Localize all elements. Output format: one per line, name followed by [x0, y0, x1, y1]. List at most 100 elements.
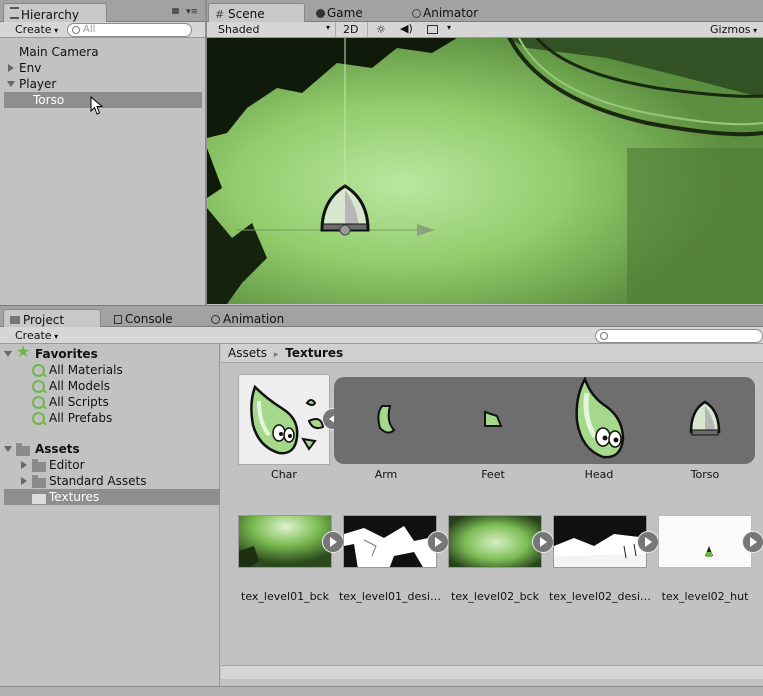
texture-expand-button[interactable]	[742, 531, 763, 553]
gizmos-dropdown[interactable]: Gizmos	[710, 23, 757, 36]
texture-expand-button[interactable]	[637, 531, 659, 553]
expand-arrow-icon[interactable]	[21, 461, 27, 469]
collapse-arrow-icon[interactable]	[7, 81, 15, 87]
favorites-item-models[interactable]: All Models	[32, 378, 110, 394]
mouse-cursor-icon	[90, 96, 104, 115]
hierarchy-tabbar: Hierarchy ▾≡	[0, 0, 205, 22]
assets-item-editor[interactable]: Editor	[20, 457, 85, 473]
sprite-feet-label: Feet	[481, 468, 505, 481]
sprite-char-label: Char	[271, 468, 297, 481]
collapse-arrow-icon[interactable]	[4, 351, 12, 357]
texture-preview-image	[449, 516, 541, 567]
breadcrumb-assets[interactable]: Assets	[228, 346, 267, 360]
folder-icon	[32, 475, 46, 488]
folder-icon	[32, 491, 46, 504]
hierarchy-tab-label: Hierarchy	[21, 8, 80, 22]
horizontal-scrollbar[interactable]	[221, 665, 763, 679]
texture-tex-level02-desi[interactable]	[553, 515, 647, 568]
sprite-char-thumbnail[interactable]	[238, 374, 330, 465]
hierarchy-create-button[interactable]: Create	[15, 23, 58, 36]
console-icon	[114, 315, 122, 324]
assets-item-standard-assets[interactable]: Standard Assets	[20, 473, 146, 489]
texture-label-2: tex_level02_bck	[451, 590, 539, 603]
hierarchy-item-main-camera[interactable]: Main Camera	[4, 44, 202, 60]
status-bar	[0, 686, 763, 696]
expand-arrow-icon[interactable]	[21, 477, 27, 485]
texture-label-3: tex_level02_desi…	[548, 590, 652, 603]
audio-icon[interactable]: ◀)	[400, 22, 413, 35]
texture-label-1: tex_level01_desi…	[338, 590, 442, 603]
tab-animator[interactable]: Animator	[406, 3, 486, 22]
project-search-input[interactable]	[595, 329, 763, 343]
breadcrumb-textures[interactable]: Textures	[285, 346, 343, 360]
texture-expand-button[interactable]	[427, 531, 449, 553]
effects-dropdown-icon[interactable]: ▾	[447, 23, 451, 32]
shading-mode-dropdown[interactable]: Shaded ▾	[218, 23, 330, 36]
project-create-button[interactable]: Create	[15, 329, 58, 342]
star-icon: ★	[16, 342, 31, 361]
project-toolbar: Create	[0, 327, 763, 344]
tab-scene[interactable]: # Scene	[208, 3, 305, 22]
tab-animation[interactable]: Animation	[205, 309, 292, 328]
panel-menu-icon[interactable]: ▾≡	[186, 8, 198, 17]
sprite-head-thumbnail[interactable]	[559, 375, 639, 464]
favorites-item-prefabs[interactable]: All Prefabs	[32, 410, 112, 426]
project-tabbar: Project Console Animation	[0, 305, 763, 328]
image-effects-icon[interactable]	[427, 25, 438, 34]
tab-game[interactable]: Game	[310, 3, 371, 22]
folder-icon	[16, 443, 30, 456]
expand-arrow-icon[interactable]	[8, 64, 14, 72]
lighting-icon[interactable]: ☼	[376, 23, 386, 36]
scene-background	[207, 38, 763, 304]
grid-icon: #	[215, 8, 225, 21]
texture-label-4: tex_level02_hut	[661, 590, 749, 603]
favorites-header[interactable]: ★ Favorites	[4, 342, 98, 362]
hierarchy-toolbar: Create All	[0, 22, 205, 38]
texture-tex-level02-bck[interactable]	[448, 515, 542, 568]
hierarchy-search-input[interactable]: All	[67, 23, 192, 37]
project-folder-tree: ★ Favorites All Materials All Models All…	[0, 344, 220, 686]
search-icon	[72, 26, 80, 34]
scene-tabbar: # Scene Game Animator	[207, 0, 763, 22]
texture-tex-level01-desi[interactable]	[343, 515, 437, 568]
sprite-head-label: Head	[584, 468, 614, 481]
texture-preview-image	[344, 516, 436, 567]
tab-console[interactable]: Console	[108, 309, 181, 328]
feet-sprite-icon	[484, 410, 503, 427]
search-icon	[32, 396, 45, 409]
scene-viewport[interactable]	[207, 38, 763, 304]
favorites-item-materials[interactable]: All Materials	[32, 362, 123, 378]
sprite-feet-thumbnail[interactable]	[453, 384, 533, 454]
animator-icon	[412, 9, 421, 18]
assets-header[interactable]: Assets	[4, 441, 80, 457]
folder-icon	[10, 316, 20, 324]
mode-2d-button[interactable]: 2D	[343, 23, 358, 36]
hierarchy-item-player[interactable]: Player	[4, 76, 202, 92]
arm-sprite-icon	[377, 405, 396, 434]
favorites-item-scripts[interactable]: All Scripts	[32, 394, 109, 410]
sprite-torso-thumbnail[interactable]	[665, 384, 745, 454]
search-icon	[600, 332, 608, 340]
search-icon	[32, 364, 45, 377]
torso-sprite-icon	[689, 400, 721, 436]
texture-preview-image	[705, 546, 713, 557]
assets-item-textures[interactable]: Textures	[4, 489, 220, 505]
texture-expand-button[interactable]	[532, 531, 554, 553]
folder-icon	[32, 459, 46, 472]
sprite-arm-thumbnail[interactable]	[346, 384, 426, 454]
tab-project[interactable]: Project	[3, 309, 101, 328]
texture-label-0: tex_level01_bck	[241, 590, 329, 603]
texture-tex-level02-hut[interactable]	[658, 515, 752, 568]
char-sprite-sheet-icon	[250, 384, 325, 455]
hierarchy-item-env[interactable]: Env	[4, 60, 202, 76]
project-content-area: Assets ▸ Textures Char Arm Feet Head Tor…	[221, 344, 763, 686]
sprite-arm-label: Arm	[374, 468, 398, 481]
lock-icon[interactable]	[172, 8, 179, 14]
collapse-arrow-icon[interactable]	[4, 446, 12, 452]
texture-expand-button[interactable]	[322, 531, 344, 553]
scene-toolbar: Shaded ▾ 2D ☼ ◀) ▾ Gizmos	[207, 22, 763, 38]
tab-hierarchy[interactable]: Hierarchy	[3, 3, 107, 22]
search-icon	[32, 380, 45, 393]
texture-tex-level01-bck[interactable]	[238, 515, 332, 568]
texture-preview-image	[239, 516, 331, 567]
